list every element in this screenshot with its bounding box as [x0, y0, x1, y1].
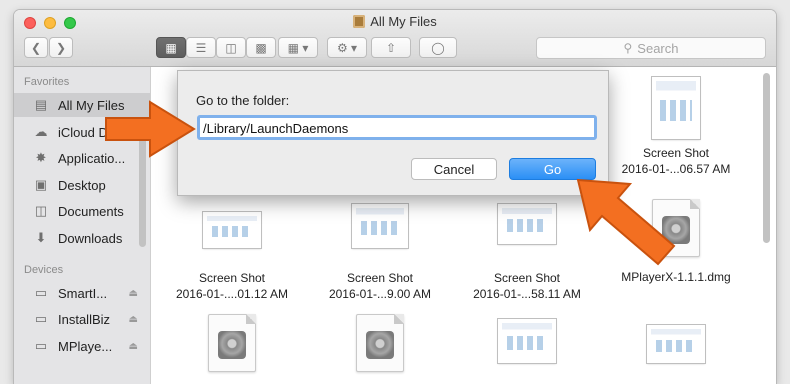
screenshot-thumbnail [203, 212, 261, 248]
file-item[interactable]: Screen Shot 2016-01-...58.11 AM [467, 204, 587, 302]
sidebar-item-documents[interactable]: ◫ Documents [14, 199, 150, 223]
tags-button[interactable]: ◯ [419, 37, 457, 58]
drive-icon: ▭ [34, 311, 48, 326]
sidebar-item-smart-device[interactable]: ▭ SmartI... ⏏ [14, 281, 150, 305]
search-icon: ⚲ [623, 41, 633, 55]
documents-icon: ◫ [34, 203, 48, 218]
sidebar-item-desktop[interactable]: ▣ Desktop [14, 173, 150, 197]
cloud-icon: ☁ [34, 124, 48, 139]
action-button[interactable]: ⚙ ▾ [327, 37, 367, 58]
window-title: All My Files [14, 14, 776, 29]
sidebar-item-mplayer-device[interactable]: ▭ MPlaye... ⏏ [14, 334, 150, 358]
file-item[interactable] [172, 314, 292, 372]
back-button[interactable]: ❮ [24, 37, 48, 58]
columns-icon: ◫ [225, 40, 237, 55]
file-item[interactable] [320, 314, 440, 372]
folder-path-input[interactable]: /Library/LaunchDaemons [197, 115, 597, 140]
desktop-icon: ▣ [34, 177, 48, 192]
arrow-right-annotation-icon [105, 100, 196, 158]
search-placeholder: Search [637, 40, 679, 56]
chevron-right-icon: ❯ [55, 40, 67, 55]
disk-image-icon [356, 314, 404, 372]
screenshot-thumbnail [498, 204, 556, 244]
file-item[interactable]: Screen Shot 2016-01-....01.12 AM [172, 204, 292, 302]
eject-icon[interactable]: ⏏ [129, 341, 138, 352]
screenshot-thumbnail [647, 325, 705, 363]
title-bar: All My Files ❮ ❯ ▦ ☰ ◫ ▩ ▦ ▾ ⚙ ▾ ⇧ ◯ ⚲ S… [14, 10, 776, 67]
coverflow-icon: ▩ [255, 40, 267, 55]
arrange-button[interactable]: ▦ ▾ [278, 37, 318, 58]
sidebar-header-devices: Devices [24, 264, 64, 276]
sidebar-item-installbiz[interactable]: ▭ InstallBiz ⏏ [14, 307, 150, 331]
arrow-up-left-annotation-icon [576, 178, 676, 266]
all-files-icon: ▤ [34, 97, 48, 112]
eject-icon[interactable]: ⏏ [129, 314, 138, 325]
file-item[interactable] [616, 325, 736, 363]
go-to-folder-dialog: Go to the folder: /Library/LaunchDaemons… [177, 70, 609, 196]
applications-icon: ✸ [35, 150, 47, 165]
drive-icon: ▭ [34, 285, 48, 300]
file-name: Screen Shot [642, 146, 710, 160]
gear-icon: ⚙ ▾ [336, 40, 358, 55]
share-button[interactable]: ⇧ [371, 37, 411, 58]
disk-image-icon [208, 314, 256, 372]
cancel-button[interactable]: Cancel [411, 158, 497, 180]
folder-icon [353, 15, 366, 28]
file-date: 2016-01-...9.00 AM [328, 287, 432, 301]
column-view-button[interactable]: ◫ [216, 37, 246, 58]
forward-button[interactable]: ❯ [49, 37, 73, 58]
arrange-icon: ▦ ▾ [287, 40, 309, 55]
screenshot-thumbnail [498, 319, 556, 363]
search-field[interactable]: ⚲ Search [536, 37, 766, 59]
sidebar-header-favorites: Favorites [24, 76, 70, 88]
content-scrollbar[interactable] [763, 73, 770, 243]
file-item[interactable]: Screen Shot 2016-01-...9.00 AM [320, 204, 440, 302]
screenshot-thumbnail [352, 204, 408, 248]
list-view-button[interactable]: ☰ [186, 37, 216, 58]
file-name: Screen Shot [198, 271, 266, 285]
screenshot-thumbnail [652, 77, 700, 139]
dialog-prompt: Go to the folder: [196, 93, 290, 108]
chevron-left-icon: ❮ [30, 40, 42, 55]
sidebar-item-downloads[interactable]: ⬇ Downloads [14, 226, 150, 250]
grid-icon: ▦ [165, 40, 177, 55]
file-name: Screen Shot [493, 271, 561, 285]
file-item[interactable]: Screen Shot 2016-01-...06.57 AM [616, 77, 736, 177]
icon-view-button[interactable]: ▦ [156, 37, 186, 58]
eject-icon[interactable]: ⏏ [129, 288, 138, 299]
share-icon: ⇧ [385, 40, 397, 55]
coverflow-view-button[interactable]: ▩ [246, 37, 276, 58]
file-item[interactable] [467, 319, 587, 363]
drive-icon: ▭ [34, 338, 48, 353]
tag-icon: ◯ [431, 40, 445, 55]
file-name: Screen Shot [346, 271, 414, 285]
file-date: 2016-01-....01.12 AM [175, 287, 289, 301]
list-icon: ☰ [195, 40, 207, 55]
downloads-icon: ⬇ [35, 230, 47, 245]
file-date: 2016-01-...58.11 AM [473, 287, 581, 301]
